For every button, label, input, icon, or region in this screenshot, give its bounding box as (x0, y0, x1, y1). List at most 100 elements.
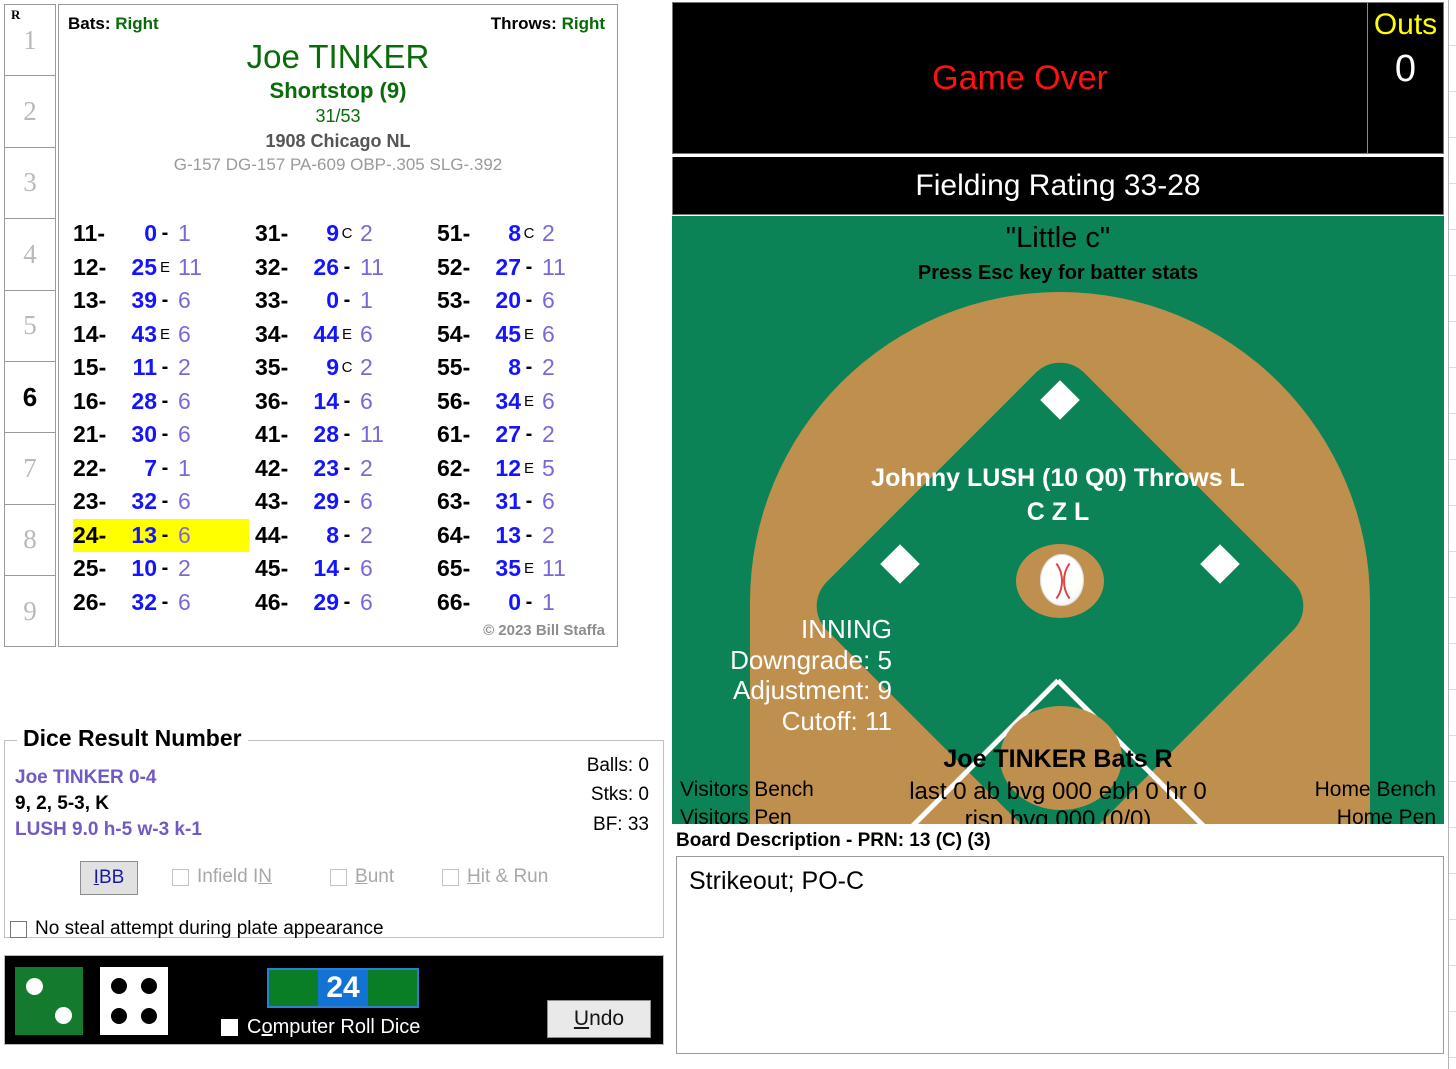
home-pen-link[interactable]: Home Pen (1337, 806, 1436, 824)
dice-row-51: 51- 8 C 2 (437, 217, 613, 251)
undo-button[interactable]: Undo (547, 1000, 651, 1038)
clipped-row (1449, 92, 1456, 138)
dice-row-modifier: E (159, 325, 170, 343)
game-status: Game Over (932, 58, 1108, 97)
dice-row-55: 55- 8-2 (437, 351, 613, 385)
dice-row-fielder: 11 (360, 253, 384, 280)
dice-row-key: 56- (437, 387, 471, 414)
visitors-pen-link[interactable]: Visitors Pen (680, 806, 792, 824)
bunt-checkbox-row[interactable]: Bunt (330, 866, 394, 888)
dice-row-fielder: 6 (360, 555, 373, 582)
inning-cell-6[interactable]: 6 (5, 362, 55, 434)
clipped-row (1449, 874, 1456, 920)
dice-row-13: 13- 39-6 (73, 284, 249, 318)
dice-row-key: 22- (73, 454, 107, 481)
dice-row-modifier: C (341, 359, 353, 377)
dice-row-modifier: - (343, 456, 351, 479)
inning-info: INNING Downgrade: 5 Adjustment: 9 Cutoff… (682, 614, 892, 737)
dice-row-key: 33- (255, 287, 289, 314)
no-steal-checkbox[interactable] (10, 920, 27, 938)
no-steal-checkbox-row[interactable]: No steal attempt during plate appearance (10, 918, 384, 940)
inning-cell-9[interactable]: 9 (5, 576, 55, 647)
clipped-right-panel (1448, 0, 1456, 1069)
ibb-button[interactable]: IBB (80, 861, 138, 895)
inning-cell-5[interactable]: 5 (5, 291, 55, 362)
dice-row-31: 31- 9 C 2 (255, 217, 431, 251)
strikes-count: Stks: 0 (590, 784, 649, 806)
right-panel: Game Over Outs 0 Fielding Rating 33-28 "… (672, 0, 1456, 1069)
dice-row-key: 32- (255, 253, 289, 280)
dice-row-value: 31 (495, 488, 521, 515)
dice-row-fielder: 2 (360, 220, 373, 247)
dice-row-value: 12 (495, 454, 521, 481)
inning-cutoff: Cutoff: 11 (781, 706, 892, 737)
dice-row-value: 10 (131, 555, 157, 582)
inning-cell-2[interactable]: 2 (5, 76, 55, 148)
bunt-checkbox[interactable] (330, 868, 347, 886)
clipped-row (1449, 138, 1456, 184)
dice-row-46: 46- 29-6 (255, 586, 431, 620)
inning-cell-4[interactable]: 4 (5, 219, 55, 291)
infield-in-checkbox[interactable] (172, 868, 189, 886)
dice-row-fielder: 1 (178, 454, 191, 481)
roll-value-display[interactable]: 24 (267, 968, 419, 1008)
computer-roll-dice-row[interactable]: Computer Roll Dice (221, 1016, 420, 1039)
dice-row-value: 39 (131, 287, 157, 314)
dice-row-fielder: 6 (178, 521, 191, 548)
dice-row-fielder: 6 (178, 421, 191, 448)
dice-row-key: 25- (73, 555, 107, 582)
dice-row-42: 42- 23-2 (255, 452, 431, 486)
computer-roll-dice-checkbox[interactable] (221, 1019, 238, 1036)
clipped-row (1449, 644, 1456, 690)
dice-result-number-legend: Dice Result Number (17, 725, 248, 752)
dice-row-modifier: E (523, 560, 534, 578)
outs-value: 0 (1394, 48, 1417, 90)
baseball-field-diagram[interactable]: "Little c" Press Esc key for batter stat… (672, 216, 1444, 824)
bunt-label: Bunt (355, 866, 395, 887)
left-panel: R 123456789 Bats: Right Throws: Right Jo… (0, 0, 668, 1069)
dice-row-53: 53- 20-6 (437, 284, 613, 318)
dice-result-table: 11- 0-1 12- 25 E 11 13- 39-6 14- 43 E 6 15- 11-2 16- 28… (73, 217, 613, 619)
dice-row-fielder: 6 (542, 320, 555, 347)
dice-row-value: 13 (131, 521, 157, 548)
baseball-icon (1040, 554, 1084, 606)
green-die[interactable] (15, 967, 83, 1035)
dice-row-fielder: 1 (360, 287, 373, 314)
infield-in-checkbox-row[interactable]: Infield IN (172, 866, 272, 888)
home-bench-link[interactable]: Home Bench (1315, 778, 1436, 802)
dice-row-modifier: - (525, 490, 533, 513)
play-result-line: 9, 2, 5-3, K (15, 793, 109, 814)
visitors-bench-link[interactable]: Visitors Bench (680, 778, 814, 802)
dice-row-key: 64- (437, 521, 471, 548)
dice-row-fielder: 6 (360, 387, 373, 414)
infield-in-label: Infield IN (197, 866, 272, 887)
inning-cell-8[interactable]: 8 (5, 505, 55, 577)
clipped-row (1449, 184, 1456, 230)
dice-row-value: 8 (508, 220, 521, 247)
dice-row-key: 36- (255, 387, 289, 414)
dice-tray: 24 Computer Roll Dice Undo (4, 955, 664, 1045)
dice-row-fielder: 6 (542, 488, 555, 515)
hit-and-run-checkbox-row[interactable]: Hit & Run (442, 866, 548, 888)
dice-row-35: 35- 9 C 2 (255, 351, 431, 385)
batter-name: Joe TINKER Bats R (943, 745, 1173, 773)
ibb-button-rest: BB (98, 867, 125, 888)
player-rating: 31/53 (315, 106, 361, 126)
dice-row-24: 24- 13-6 (73, 518, 249, 552)
dice-row-modifier: E (523, 392, 534, 410)
board-description-box[interactable]: Strikeout; PO-C (676, 856, 1444, 1054)
dice-row-fielder: 6 (360, 588, 373, 615)
runs-header: R (11, 7, 21, 22)
inning-cell-3[interactable]: 3 (5, 148, 55, 220)
dice-result-number-group: Dice Result Number Joe TINKER 0-4 9, 2, … (4, 725, 664, 938)
dice-row-fielder: 6 (360, 488, 373, 515)
clipped-row (1449, 782, 1456, 828)
inning-cell-7[interactable]: 7 (5, 433, 55, 505)
hit-and-run-checkbox[interactable] (442, 868, 459, 886)
dice-row-modifier: - (343, 590, 351, 613)
dice-row-41: 41- 28-11 (255, 418, 431, 452)
inning-adjustment: Adjustment: 9 (733, 675, 892, 706)
white-die[interactable] (100, 967, 168, 1035)
dice-row-value: 29 (313, 488, 339, 515)
dice-row-key: 53- (437, 287, 471, 314)
